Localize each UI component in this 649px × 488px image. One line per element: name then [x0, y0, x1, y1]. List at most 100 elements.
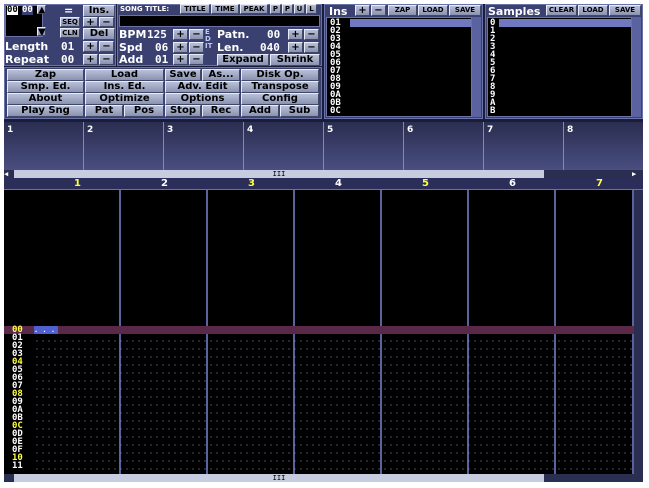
- mini-btn-4[interactable]: L: [306, 4, 317, 14]
- load-button[interactable]: Load: [85, 69, 164, 81]
- tracker-window: 00 00 ▲ ▼ = Ins. SEQ + − CLN Del Length …: [4, 4, 643, 482]
- time-column[interactable]: TIME: [211, 4, 239, 14]
- bpm-minus-button[interactable]: −: [189, 29, 204, 40]
- disk-op-button[interactable]: Disk Op.: [241, 69, 319, 81]
- scope-label: 3: [167, 125, 174, 135]
- seq-button[interactable]: SEQ: [60, 17, 80, 27]
- scope-channel-4[interactable]: 4: [244, 122, 324, 170]
- expand-button[interactable]: Expand: [217, 54, 269, 66]
- add-label: Add: [119, 53, 144, 66]
- repeat-minus-button[interactable]: −: [99, 54, 114, 65]
- repeat-plus-button[interactable]: +: [83, 54, 98, 65]
- channel-header-4[interactable]: 4: [295, 178, 382, 190]
- play-pos-button[interactable]: Pos: [124, 105, 164, 117]
- config-button[interactable]: Config: [241, 93, 319, 105]
- channel-header-7[interactable]: 7: [556, 178, 643, 190]
- add-plus-button[interactable]: +: [173, 54, 188, 65]
- down-arrow-button[interactable]: ▼: [37, 27, 46, 36]
- samples-clear-button[interactable]: CLEAR: [546, 5, 577, 16]
- length-minus-button[interactable]: −: [99, 41, 114, 52]
- bpm-label: BPM: [119, 28, 147, 41]
- adv-edit-button[interactable]: Adv. Edit: [165, 81, 240, 93]
- ins-plus-button[interactable]: +: [83, 17, 98, 27]
- scope-channel-1[interactable]: 1: [4, 122, 84, 170]
- len-label: Len.: [217, 41, 244, 54]
- mini-btn-1[interactable]: P: [270, 4, 281, 14]
- ins-panel-minus-button[interactable]: −: [371, 5, 386, 16]
- channel-header-1[interactable]: 1: [34, 178, 121, 190]
- scope-label: 6: [407, 125, 414, 135]
- channel-header-5[interactable]: 5: [382, 178, 469, 190]
- scope-channel-7[interactable]: 7: [484, 122, 564, 170]
- ins-scrollbar[interactable]: [472, 17, 481, 117]
- channel-scroll-thumb[interactable]: III: [14, 170, 544, 178]
- title-column[interactable]: TITLE: [180, 4, 210, 14]
- ins-zap-button[interactable]: ZAP: [388, 5, 417, 16]
- repeat-label: Repeat: [5, 53, 49, 66]
- up-arrow-button[interactable]: ▲: [37, 5, 46, 14]
- scope-channel-5[interactable]: 5: [324, 122, 404, 170]
- shrink-button[interactable]: Shrink: [270, 54, 320, 66]
- samples-load-button[interactable]: LOAD: [578, 5, 608, 16]
- row-number: 11: [12, 461, 23, 471]
- length-value: 01: [61, 40, 75, 53]
- patn-plus-button[interactable]: +: [288, 29, 303, 40]
- samples-list[interactable]: [487, 17, 632, 117]
- patn-minus-button[interactable]: −: [304, 29, 319, 40]
- len-minus-button[interactable]: −: [304, 42, 319, 53]
- samples-scrollbar[interactable]: [632, 17, 641, 117]
- ins-save-button[interactable]: SAVE: [449, 5, 481, 16]
- bpm-plus-button[interactable]: +: [173, 29, 188, 40]
- channel-header-2[interactable]: 2: [121, 178, 208, 190]
- del-button[interactable]: Del: [83, 28, 115, 40]
- instrument-list[interactable]: [326, 17, 472, 117]
- channel-header-6[interactable]: 6: [469, 178, 556, 190]
- optimize-button[interactable]: Optimize: [85, 93, 164, 105]
- song-title-label: SONG TITLE:: [120, 5, 170, 13]
- ins-button[interactable]: Ins.: [83, 5, 115, 17]
- stop-button[interactable]: Stop: [165, 105, 201, 117]
- channel-header-3[interactable]: 3: [208, 178, 295, 190]
- sub-button[interactable]: Sub: [280, 105, 319, 117]
- len-plus-button[interactable]: +: [288, 42, 303, 53]
- peak-column[interactable]: PEAK: [240, 4, 268, 14]
- save-button[interactable]: Save: [165, 69, 201, 81]
- ins-panel-plus-button[interactable]: +: [355, 5, 370, 16]
- cursor-cell[interactable]: . . .: [34, 326, 58, 334]
- song-title-field[interactable]: [119, 15, 320, 27]
- about-button[interactable]: About: [7, 93, 84, 105]
- smp-ed-button[interactable]: Smp. Ed.: [7, 81, 84, 93]
- add-minus-button[interactable]: −: [189, 54, 204, 65]
- scope-channel-2[interactable]: 2: [84, 122, 164, 170]
- scope-channel-3[interactable]: 3: [164, 122, 244, 170]
- length-label: Length: [5, 40, 49, 53]
- scope-label: 1: [7, 125, 14, 135]
- record-button[interactable]: Rec: [202, 105, 240, 117]
- pattern-bottom-thumb[interactable]: III: [14, 474, 544, 482]
- save-as-button[interactable]: As...: [202, 69, 240, 81]
- spd-minus-button[interactable]: −: [189, 42, 204, 53]
- scope-channel-8[interactable]: 8: [564, 122, 643, 170]
- options-button[interactable]: Options: [165, 93, 240, 105]
- ins-ed-button[interactable]: Ins. Ed.: [85, 81, 164, 93]
- transpose-button[interactable]: Transpose: [241, 81, 319, 93]
- play-song-button[interactable]: Play Sng: [7, 105, 84, 117]
- mini-right-value: 00: [22, 5, 33, 15]
- mini-btn-2[interactable]: P: [282, 4, 293, 14]
- scope-channel-6[interactable]: 6: [404, 122, 484, 170]
- mini-btn-3[interactable]: U: [294, 4, 305, 14]
- play-pattern-button[interactable]: Pat: [85, 105, 123, 117]
- ins-minus-button[interactable]: −: [99, 17, 114, 27]
- scroll-right-arrow-icon[interactable]: ▶: [632, 170, 641, 178]
- length-plus-button[interactable]: +: [83, 41, 98, 52]
- samples-save-button[interactable]: SAVE: [609, 5, 641, 16]
- scroll-left-arrow-icon[interactable]: ◀: [4, 170, 13, 178]
- add-button[interactable]: Add: [241, 105, 279, 117]
- pattern-vertical-scrollbar[interactable]: [634, 190, 643, 474]
- zap-button[interactable]: Zap: [7, 69, 84, 81]
- ins-load-button[interactable]: LOAD: [418, 5, 448, 16]
- cln-button[interactable]: CLN: [60, 28, 80, 38]
- spd-plus-button[interactable]: +: [173, 42, 188, 53]
- instrument-numbers: 01 02 03 04 05 06 07 08 09 0A 0B 0C: [330, 18, 341, 116]
- mini-left-value: 00: [7, 5, 18, 15]
